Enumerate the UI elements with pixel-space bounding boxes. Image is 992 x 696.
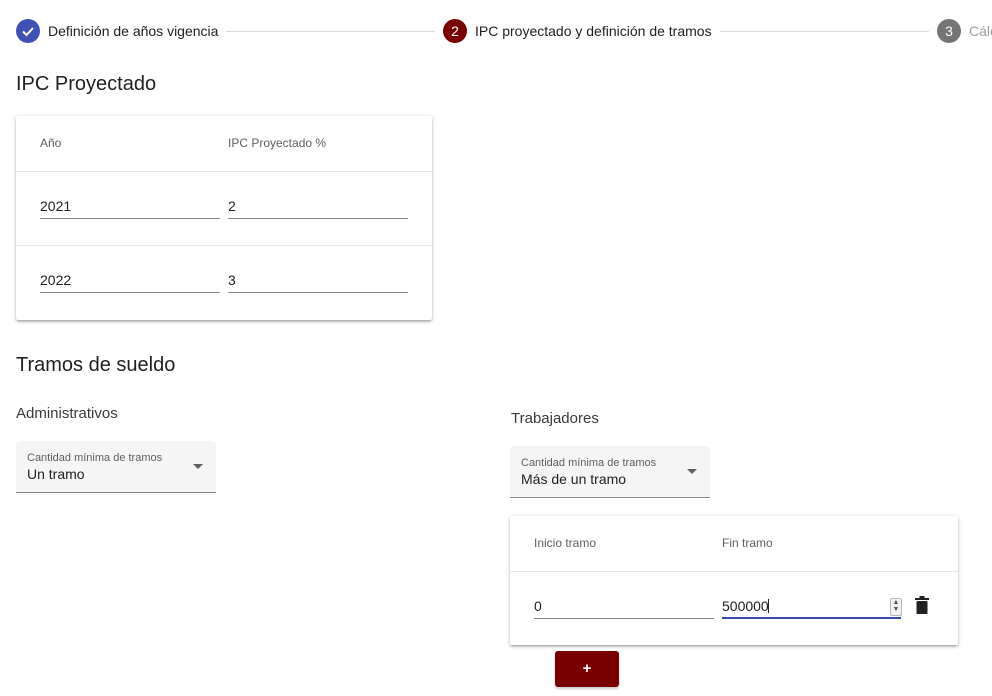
fin-tramo-field[interactable] bbox=[722, 596, 901, 619]
fin-tramo-input[interactable] bbox=[722, 596, 901, 616]
inicio-tramo-field[interactable] bbox=[534, 596, 714, 619]
trabajadores-tramos-select[interactable]: Cantidad mínima de tramos Más de un tram… bbox=[510, 446, 710, 498]
select-value: Más de un tramo bbox=[521, 471, 627, 487]
dropdown-arrow-icon bbox=[193, 464, 203, 469]
ipc-input[interactable] bbox=[228, 270, 408, 290]
ipc-input[interactable] bbox=[228, 196, 408, 216]
add-tramo-button[interactable]: + bbox=[555, 651, 619, 687]
tramos-table-card: Inicio tramo Fin tramo ▲ ▼ bbox=[510, 516, 958, 645]
text-cursor bbox=[768, 599, 769, 613]
column-header-year: Año bbox=[40, 136, 62, 150]
step-3-number[interactable]: 3 bbox=[937, 19, 961, 43]
ipc-section-title: IPC Proyectado bbox=[16, 73, 157, 95]
step-2-number[interactable]: 2 bbox=[443, 19, 467, 43]
ipc-field-2022[interactable] bbox=[228, 270, 408, 293]
step-3-label[interactable]: Cálc bbox=[969, 23, 992, 39]
administrativos-title: Administrativos bbox=[16, 405, 118, 422]
year-field-2022[interactable] bbox=[40, 270, 220, 293]
spin-up-icon[interactable]: ▲ bbox=[891, 599, 901, 606]
administrativos-tramos-select[interactable]: Cantidad mínima de tramos Un tramo bbox=[16, 441, 216, 493]
year-field-2021[interactable] bbox=[40, 196, 220, 219]
column-header-fin: Fin tramo bbox=[722, 536, 773, 550]
trash-icon bbox=[915, 596, 929, 614]
step-1-check-icon[interactable] bbox=[16, 19, 40, 43]
header-divider bbox=[16, 171, 432, 172]
dropdown-arrow-icon bbox=[687, 469, 697, 474]
year-input[interactable] bbox=[40, 196, 220, 216]
check-icon bbox=[22, 27, 34, 37]
column-header-ipc: IPC Proyectado % bbox=[228, 136, 327, 150]
column-header-inicio: Inicio tramo bbox=[534, 536, 597, 550]
step-connector-2 bbox=[720, 31, 929, 32]
select-label: Cantidad mínima de tramos bbox=[27, 452, 163, 464]
ipc-table-card: Año IPC Proyectado % bbox=[16, 116, 432, 320]
ipc-field-2021[interactable] bbox=[228, 196, 408, 219]
select-label: Cantidad mínima de tramos bbox=[521, 457, 657, 469]
inicio-tramo-input[interactable] bbox=[534, 596, 714, 616]
tramos-section-title: Tramos de sueldo bbox=[16, 354, 176, 376]
step-1-label[interactable]: Definición de años vigencia bbox=[48, 23, 218, 39]
step-connector-1 bbox=[226, 31, 435, 32]
year-input[interactable] bbox=[40, 270, 220, 290]
delete-row-button[interactable] bbox=[914, 596, 930, 614]
trabajadores-title: Trabajadores bbox=[511, 410, 599, 427]
header-divider bbox=[510, 571, 958, 572]
row-divider bbox=[16, 245, 432, 246]
number-spinner[interactable]: ▲ ▼ bbox=[890, 598, 902, 616]
select-value: Un tramo bbox=[27, 466, 85, 482]
spin-down-icon[interactable]: ▼ bbox=[891, 606, 901, 613]
step-2-label[interactable]: IPC proyectado y definición de tramos bbox=[475, 23, 712, 39]
